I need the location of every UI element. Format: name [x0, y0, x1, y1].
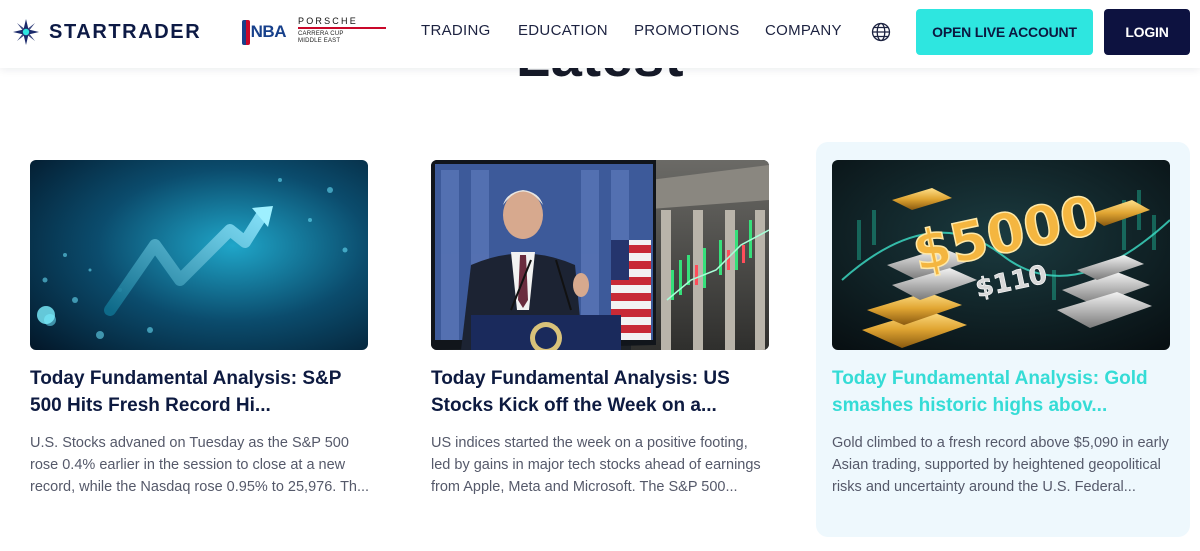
article-card-active[interactable]: $5000 $110 Today Fundamental Analysis: G…	[816, 142, 1190, 537]
star-logo-icon	[13, 19, 39, 45]
article-summary: Gold climbed to a fresh record above $5,…	[832, 435, 1169, 495]
growth-arrow-image	[30, 160, 368, 350]
porsche-region-label: MIDDLE EAST	[298, 37, 341, 44]
gold-bars-image: $5000 $110	[832, 160, 1170, 350]
article-summary: US indices started the week on a positiv…	[431, 435, 761, 495]
nba-shield-icon	[242, 19, 250, 45]
brand-logo[interactable]: STARTRADER	[11, 16, 201, 48]
porsche-partner-logo[interactable]: PORSCHE CARRERA CUP MIDDLE EAST	[298, 16, 388, 46]
globe-icon[interactable]	[871, 22, 891, 42]
nav-item-education[interactable]: EDUCATION	[518, 22, 608, 39]
article-card[interactable]: Today Fundamental Analysis: S&P 500 Hits…	[14, 142, 388, 537]
open-live-account-button[interactable]: OPEN LIVE ACCOUNT	[916, 9, 1093, 55]
nav-item-promotions[interactable]: PROMOTIONS	[634, 22, 740, 39]
article-title[interactable]: Today Fundamental Analysis: S&P 500 Hits…	[30, 365, 375, 419]
brand-name: STARTRADER	[49, 20, 202, 43]
porsche-divider	[298, 27, 386, 29]
article-image[interactable]: $5000 $110	[832, 160, 1170, 350]
fed-speaker-image	[431, 160, 769, 350]
article-card[interactable]: Today Fundamental Analysis: US Stocks Ki…	[415, 142, 789, 537]
article-title[interactable]: Today Fundamental Analysis: US Stocks Ki…	[431, 365, 776, 419]
nba-wordmark: NBA	[250, 22, 287, 41]
nba-partner-logo[interactable]: NBA	[242, 19, 287, 45]
site-header: STARTRADER NBA PORSCHE CARRERA CUP MIDDL…	[0, 0, 1200, 68]
porsche-wordmark: PORSCHE	[298, 16, 358, 26]
login-button[interactable]: LOGIN	[1104, 9, 1190, 55]
article-summary: U.S. Stocks advaned on Tuesday as the S&…	[30, 435, 370, 495]
article-title[interactable]: Today Fundamental Analysis: Gold smashes…	[832, 365, 1177, 419]
article-image[interactable]	[30, 160, 368, 350]
nav-item-trading[interactable]: TRADING	[421, 22, 491, 39]
nav-item-company[interactable]: COMPANY	[765, 22, 842, 39]
porsche-cup-label: CARRERA CUP	[298, 30, 344, 37]
article-image[interactable]	[431, 160, 769, 350]
